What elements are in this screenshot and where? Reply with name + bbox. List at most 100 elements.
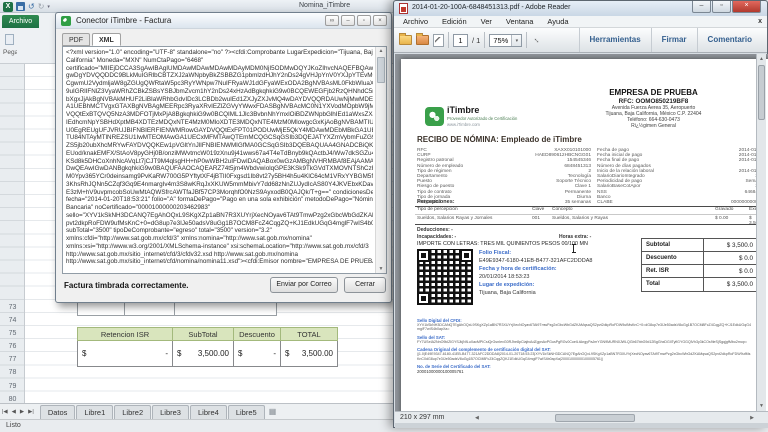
currency: $ [82, 349, 86, 358]
qat-dropdown-icon[interactable]: ▾ [47, 4, 50, 10]
sheet-tab[interactable]: Libre4 [190, 405, 227, 419]
totals-value: $ 0.0 [704, 252, 756, 264]
save-icon[interactable] [16, 2, 25, 11]
itimbre-logo-url: www.iTimbre.com [447, 122, 480, 127]
sheet-tab[interactable]: Libre3 [152, 405, 189, 419]
scroll-down-icon[interactable]: ▼ [376, 266, 386, 272]
xml-line: VQQtExBTQVQ5NzA3MDFOTjMxPjA8BgkqhkiG9w0B… [66, 111, 373, 119]
row-number[interactable]: 73 [0, 301, 25, 314]
next-sheet-icon[interactable]: ▶ [20, 409, 24, 415]
sheet-tab[interactable]: Libre5 [228, 405, 265, 419]
header-cell-total[interactable]: TOTAL [281, 327, 338, 341]
scrollbar-thumb[interactable] [377, 57, 385, 83]
xml-line: xmlns:cfdi="http://www.sat.gob.mx/cfd/3"… [66, 235, 373, 243]
totals-value: $ 3,500.0 [704, 278, 756, 291]
row-number[interactable]: 78 [0, 366, 25, 379]
scroll-up-icon[interactable]: ▲ [376, 48, 386, 54]
menu-ayuda[interactable]: Ayuda [540, 17, 575, 26]
maximize-icon[interactable]: ▫ [712, 1, 731, 13]
first-sheet-icon[interactable]: |◀ [2, 409, 8, 415]
menu-edicion[interactable]: Edición [435, 17, 474, 26]
row-number[interactable]: 80 [0, 393, 25, 403]
value-cell-retencion[interactable]: $- [77, 341, 173, 367]
scrollbar-thumb[interactable] [555, 414, 635, 422]
scroll-left-icon[interactable]: ◀ [475, 415, 479, 421]
row-number[interactable]: 76 [0, 340, 25, 353]
tab-archivo[interactable]: Archivo [2, 15, 39, 28]
open-file-icon[interactable] [399, 35, 412, 45]
sign-document-icon[interactable] [433, 34, 444, 47]
sheet-tab[interactable]: Libre1 [76, 405, 113, 419]
xml-line: TU84NTAyMTlNREZSU1IwMTEOMAwGA1UECxMFMTAw… [66, 134, 373, 142]
toolbar-separator [484, 32, 485, 48]
page-total-label: / 1 [472, 36, 480, 45]
xml-line: 3KhsRhJQNn5CZqf3Gq9E4nmargIv4m3S8wKRqJxX… [66, 181, 373, 189]
tab-xml[interactable]: XML [92, 33, 121, 46]
fit-window-icon[interactable]: ↔ [529, 32, 546, 49]
excel-logo-icon[interactable]: X [3, 2, 13, 12]
email-icon[interactable] [416, 35, 429, 45]
horas-extra-label: Horas extra: - [559, 234, 591, 240]
zoom-control[interactable]: 75% ▾ [489, 34, 522, 47]
value-cell-subtotal[interactable]: $3,500.00 [173, 341, 234, 367]
tab-pdf[interactable]: PDF [62, 33, 90, 46]
scroll-right-icon[interactable]: ▶ [750, 415, 754, 421]
close-icon[interactable]: × [732, 1, 761, 13]
maximize-icon[interactable]: ▫ [357, 15, 371, 26]
redo-icon[interactable]: ↻ [38, 2, 45, 12]
xml-line: bXgxJjAkBgNVBAkMHUF2LiBIaWRhbGdvIDc3LCBD… [66, 96, 373, 104]
menu-archivo[interactable]: Archivo [396, 17, 435, 26]
send-email-button[interactable]: Enviar por Correo [270, 277, 338, 293]
paste-icon[interactable] [5, 34, 14, 45]
adobe-menubar: Archivo Edición Ver Ventana Ayuda x [394, 16, 767, 28]
adobe-titlebar[interactable]: 2014-01-20-100A-6848451313.pdf - Adobe R… [394, 1, 767, 16]
close-icon[interactable]: × [373, 15, 387, 26]
xml-viewer[interactable]: <?xml version="1.0" encoding="UTF-8" sta… [62, 46, 387, 274]
value-cell-descuento[interactable]: $- [234, 341, 281, 367]
value-cell-total[interactable]: $3,500.00 [281, 341, 338, 367]
vertical-scrollbar[interactable]: ▲ ▼ [756, 54, 766, 411]
xml-scrollbar[interactable]: ▲ ▼ [375, 47, 386, 273]
xml-line: IEdhcmNpYSBHdXptMB4XDTEzMDQxNTE4MzM0MloX… [66, 119, 373, 127]
panel-button[interactable]: Herramientas [579, 28, 651, 52]
company-rfc: RFC: OOMO850219BF8 [551, 98, 756, 105]
header-cell-descuento[interactable]: Descuento [234, 327, 281, 341]
row-number[interactable]: 77 [0, 353, 25, 366]
document-area[interactable]: iTimbre Proveedor Autorizado de Certific… [395, 54, 768, 411]
sheet-tab[interactable]: Datos [40, 405, 76, 419]
minimize-icon[interactable]: – [692, 1, 711, 13]
scrollbar-thumb[interactable] [758, 65, 765, 120]
scroll-down-icon[interactable]: ▼ [757, 403, 766, 409]
insert-sheet-icon[interactable]: ▦ [269, 407, 277, 416]
xml-line: http://www.sat.gob.mx/sitio_internet/cfd… [66, 258, 373, 266]
incapacidades-label: Incapacidades: - [417, 234, 456, 240]
row-number[interactable]: 74 [0, 314, 25, 327]
undo-icon[interactable]: ↺ [28, 2, 35, 12]
sello-block: Sello Digital del CFDI: XYV1kSkNH3DCANQ7… [417, 315, 751, 374]
dialog-titlebar[interactable]: Conector iTimbre - Factura ∞ – ▫ × [56, 13, 391, 29]
row-number[interactable]: 75 [0, 327, 25, 340]
header-cell-retencion[interactable]: Retencion ISR [77, 327, 173, 341]
sheet-tab[interactable]: Libre2 [114, 405, 151, 419]
row-clave: 001 [532, 216, 540, 221]
scroll-up-icon[interactable]: ▲ [757, 56, 766, 62]
paste-button-label[interactable]: Pegar [3, 49, 17, 56]
link-icon[interactable]: ∞ [325, 15, 339, 26]
horizontal-scrollbar[interactable]: 210 x 297 mm ◀ ▶ [395, 411, 768, 423]
page-number-input[interactable]: 1 [453, 34, 468, 47]
panel-button[interactable]: Firmar [651, 28, 697, 52]
header-cell-subtotal[interactable]: SubTotal [173, 327, 234, 341]
menu-ventana[interactable]: Ventana [499, 17, 541, 26]
menu-ver[interactable]: Ver [474, 17, 499, 26]
minimize-icon[interactable]: – [341, 15, 355, 26]
zoom-value[interactable]: 75% [490, 36, 511, 45]
conector-itimbre-dialog: Conector iTimbre - Factura ∞ – ▫ × PDF X… [55, 12, 392, 303]
row-number[interactable]: 79 [0, 380, 25, 393]
menubar-close-icon[interactable]: x [758, 18, 762, 25]
last-sheet-icon[interactable]: ▶| [28, 409, 34, 415]
panel-button[interactable]: Comentario [697, 28, 762, 52]
prev-sheet-icon[interactable]: ◀ [12, 409, 16, 415]
itimbre-logo-title: iTimbre [447, 105, 479, 115]
cerrar-button[interactable]: Cerrar [344, 277, 386, 293]
zoom-dropdown-icon[interactable]: ▾ [511, 35, 521, 46]
